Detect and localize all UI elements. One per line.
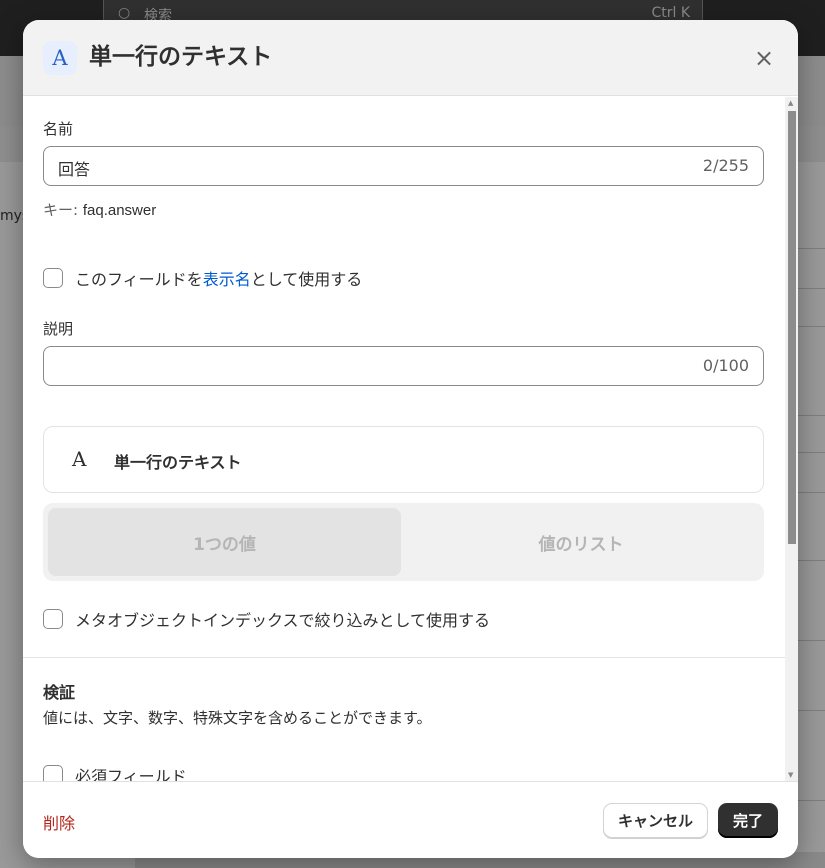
key-helper: キー: faq.answer [43, 199, 156, 220]
scrollbar-thumb[interactable] [788, 111, 796, 544]
modal-title: 単一行のテキスト [89, 44, 273, 70]
scroll-down-icon[interactable]: ▼ [788, 771, 793, 779]
key-value: faq.answer [82, 202, 157, 219]
value-mode-toggle: 1つの値 値のリスト [43, 503, 764, 581]
field-type-name: 単一行のテキスト [114, 453, 242, 472]
field-settings-modal: A 単一行のテキスト × 名前 回答 2/255 キー: faq.answer … [23, 20, 798, 858]
required-checkbox-label: 必須フィールド [75, 767, 187, 781]
text-type-icon: A [43, 41, 77, 75]
display-name-link[interactable]: 表示名 [203, 266, 251, 290]
display-name-text-after: として使用する [250, 270, 363, 289]
required-checkbox[interactable] [43, 765, 63, 781]
modal-scrollbar[interactable]: ▲ ▼ [785, 97, 798, 781]
modal-body: 名前 回答 2/255 キー: faq.answer このフィールドを 表示名 とし… [23, 97, 785, 781]
description-input[interactable]: 0/100 [43, 346, 764, 386]
done-button[interactable]: 完了 [718, 803, 778, 838]
modal-header: A 単一行のテキスト × [23, 20, 798, 96]
field-type-card: A 単一行のテキスト [43, 426, 764, 493]
name-char-counter: 2/255 [702, 156, 749, 175]
section-divider [23, 657, 785, 658]
background-search-shortcut: Ctrl K [651, 5, 690, 21]
search-icon: ○ [118, 5, 131, 21]
validation-description: 値には、文字、数字、特殊文字を含めることができます。 [43, 709, 432, 727]
description-label: 説明 [43, 320, 74, 338]
description-char-counter: 0/100 [702, 356, 749, 375]
text-type-icon: A [72, 447, 87, 471]
filter-checkbox[interactable] [43, 609, 63, 629]
required-option: 必須フィールド [43, 764, 187, 781]
name-label: 名前 [43, 120, 74, 138]
key-prefix: キー: [43, 201, 79, 219]
list-value-option[interactable]: 値のリスト [403, 508, 759, 576]
display-name-checkbox[interactable] [43, 268, 63, 288]
filter-checkbox-label: メタオブジェクトインデックスで絞り込みとして使用する [75, 611, 491, 630]
name-input[interactable]: 回答 2/255 [43, 146, 764, 186]
single-value-option[interactable]: 1つの値 [48, 508, 401, 576]
display-name-option: このフィールドを 表示名 として使用する [43, 267, 362, 289]
scroll-up-icon[interactable]: ▲ [788, 99, 793, 107]
filter-option: メタオブジェクトインデックスで絞り込みとして使用する [43, 608, 490, 630]
close-icon[interactable]: × [750, 44, 778, 72]
display-name-text-before: このフィールドを [75, 270, 203, 289]
name-input-value: 回答 [58, 160, 91, 179]
cancel-button[interactable]: キャンセル [603, 803, 708, 838]
modal-footer: 削除 キャンセル 完了 [23, 781, 798, 858]
delete-button[interactable]: 削除 [43, 810, 75, 834]
validation-title: 検証 [43, 683, 76, 702]
